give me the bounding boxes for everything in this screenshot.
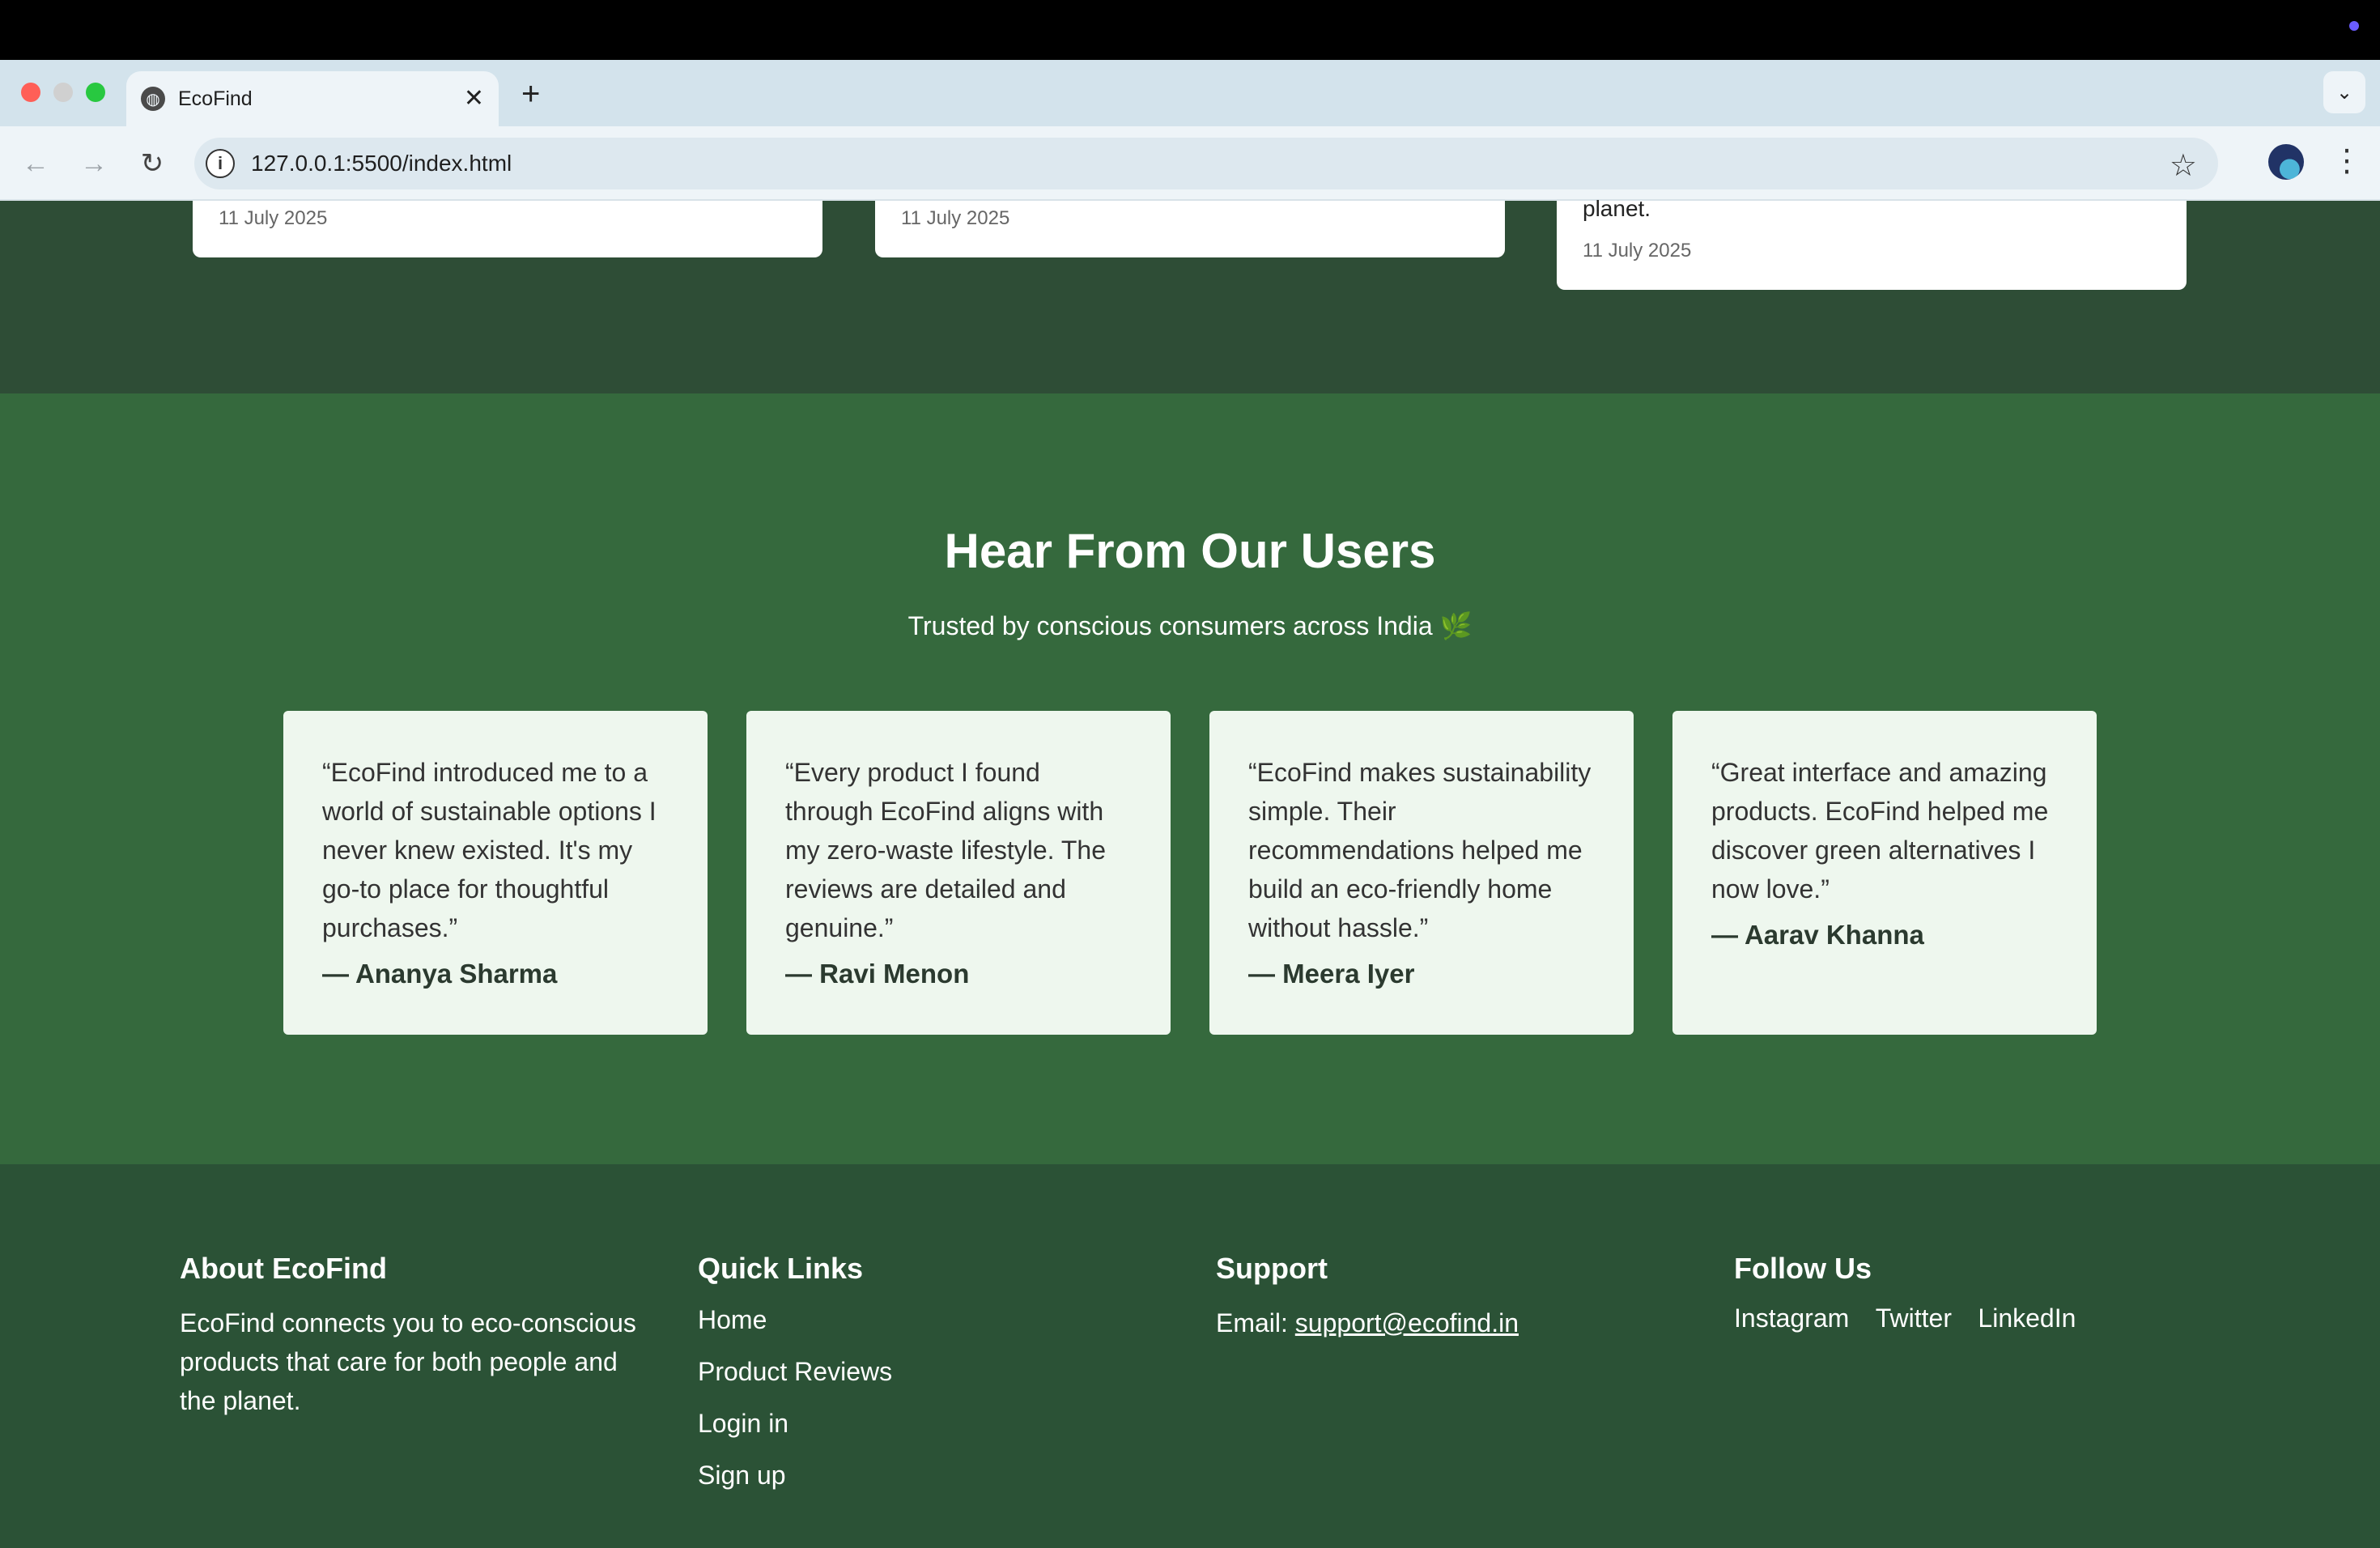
blog-card[interactable]: planet. 11 July 2025 (1557, 196, 2187, 290)
testimonial-card: “EcoFind makes sustainability simple. Th… (1209, 711, 1634, 1035)
footer-follow: Follow Us Instagram Twitter LinkedIn (1734, 1252, 2220, 1333)
address-bar[interactable]: i 127.0.0.1:5500/index.html ☆ (194, 138, 2218, 189)
site-footer: About EcoFind EcoFind connects you to ec… (0, 1164, 2380, 1548)
testimonial-quote: “Every product I found through EcoFind a… (785, 758, 1106, 942)
tab-search-chevron-icon[interactable]: ⌄ (2323, 71, 2365, 113)
support-email-line: Email: support@ecofind.in (1216, 1303, 1685, 1342)
testimonial-quote: “EcoFind introduced me to a world of sus… (322, 758, 657, 942)
blog-section: 11 July 2025 11 July 2025 planet. 11 Jul… (0, 196, 2380, 393)
testimonial-card: “EcoFind introduced me to a world of sus… (283, 711, 708, 1035)
tab-close-icon[interactable]: ✕ (464, 84, 484, 113)
footer-heading: About EcoFind (180, 1252, 387, 1285)
new-tab-button[interactable]: + (521, 76, 540, 112)
footer-quick-links: Quick Links Home Product Reviews Login i… (698, 1252, 1184, 1511)
footer-link-home[interactable]: Home (698, 1303, 1184, 1336)
testimonial-card: “Great interface and amazing products. E… (1672, 711, 2097, 1035)
maximize-window-button[interactable] (86, 83, 105, 102)
footer-link-product-reviews[interactable]: Product Reviews (698, 1355, 1184, 1388)
tab-ecofind[interactable]: ◍ EcoFind ✕ (126, 71, 499, 126)
bookmark-star-icon[interactable]: ☆ (2170, 147, 2197, 184)
leaf-icon: 🌿 (1439, 611, 1473, 640)
testimonial-quote: “EcoFind makes sustainability simple. Th… (1248, 758, 1592, 942)
blog-date: 11 July 2025 (219, 207, 328, 229)
blog-date: 11 July 2025 (901, 207, 1010, 229)
social-link-linkedin[interactable]: LinkedIn (1978, 1303, 2076, 1333)
about-text: EcoFind connects you to eco-conscious pr… (180, 1308, 636, 1415)
site-info-icon[interactable]: i (206, 149, 235, 178)
footer-about: About EcoFind EcoFind connects you to ec… (180, 1252, 665, 1420)
profile-avatar[interactable] (2268, 144, 2304, 180)
testimonial-author: — Ananya Sharma (322, 959, 558, 989)
testimonials-section: Hear From Our Users Trusted by conscious… (0, 393, 2380, 1164)
blog-date: 11 July 2025 (1583, 240, 1692, 262)
footer-heading: Support (1216, 1252, 1328, 1285)
os-menu-bar (0, 0, 2380, 60)
testimonial-quote: “Great interface and amazing products. E… (1711, 758, 2049, 904)
footer-heading: Quick Links (698, 1252, 864, 1285)
status-dot-icon (2349, 21, 2359, 31)
blog-card[interactable]: 11 July 2025 (875, 201, 1505, 257)
close-window-button[interactable] (21, 83, 40, 102)
support-email-link[interactable]: support@ecofind.in (1295, 1308, 1519, 1337)
tab-title: EcoFind (178, 87, 253, 110)
browser-tabstrip: ◍ EcoFind ✕ + ⌄ (0, 60, 2380, 126)
browser-toolbar: ← → ↻ i 127.0.0.1:5500/index.html ☆ ⋮ (0, 126, 2380, 201)
page-content: 11 July 2025 11 July 2025 planet. 11 Jul… (0, 196, 2380, 1548)
forward-arrow-icon[interactable]: → (74, 144, 113, 183)
minimize-window-button[interactable] (53, 83, 73, 102)
footer-support: Support Email: support@ecofind.in (1216, 1252, 1702, 1342)
testimonial-author: — Meera Iyer (1248, 959, 1415, 989)
menu-kebab-icon[interactable]: ⋮ (2331, 141, 2362, 181)
footer-link-signup[interactable]: Sign up (698, 1459, 1184, 1491)
testimonial-author: — Aarav Khanna (1711, 920, 1924, 950)
social-link-instagram[interactable]: Instagram (1734, 1303, 1849, 1333)
section-title: Hear From Our Users (944, 524, 1436, 578)
email-label: Email: (1216, 1308, 1295, 1337)
testimonial-card: “Every product I found through EcoFind a… (746, 711, 1171, 1035)
reload-icon[interactable]: ↻ (133, 144, 172, 183)
url-text[interactable]: 127.0.0.1:5500/index.html (251, 151, 512, 176)
section-subtitle: Trusted by conscious consumers across In… (0, 610, 2380, 641)
globe-icon: ◍ (141, 87, 165, 111)
social-link-twitter[interactable]: Twitter (1876, 1303, 1952, 1333)
subtitle-text: Trusted by conscious consumers across In… (907, 611, 1433, 640)
testimonial-author: — Ravi Menon (785, 959, 970, 989)
back-arrow-icon[interactable]: ← (16, 144, 55, 183)
social-links: Instagram Twitter LinkedIn (1734, 1303, 2220, 1333)
blog-excerpt: planet. (1583, 196, 1651, 221)
footer-link-login[interactable]: Login in (698, 1407, 1184, 1440)
blog-card[interactable]: 11 July 2025 (193, 201, 822, 257)
footer-heading: Follow Us (1734, 1252, 1872, 1285)
